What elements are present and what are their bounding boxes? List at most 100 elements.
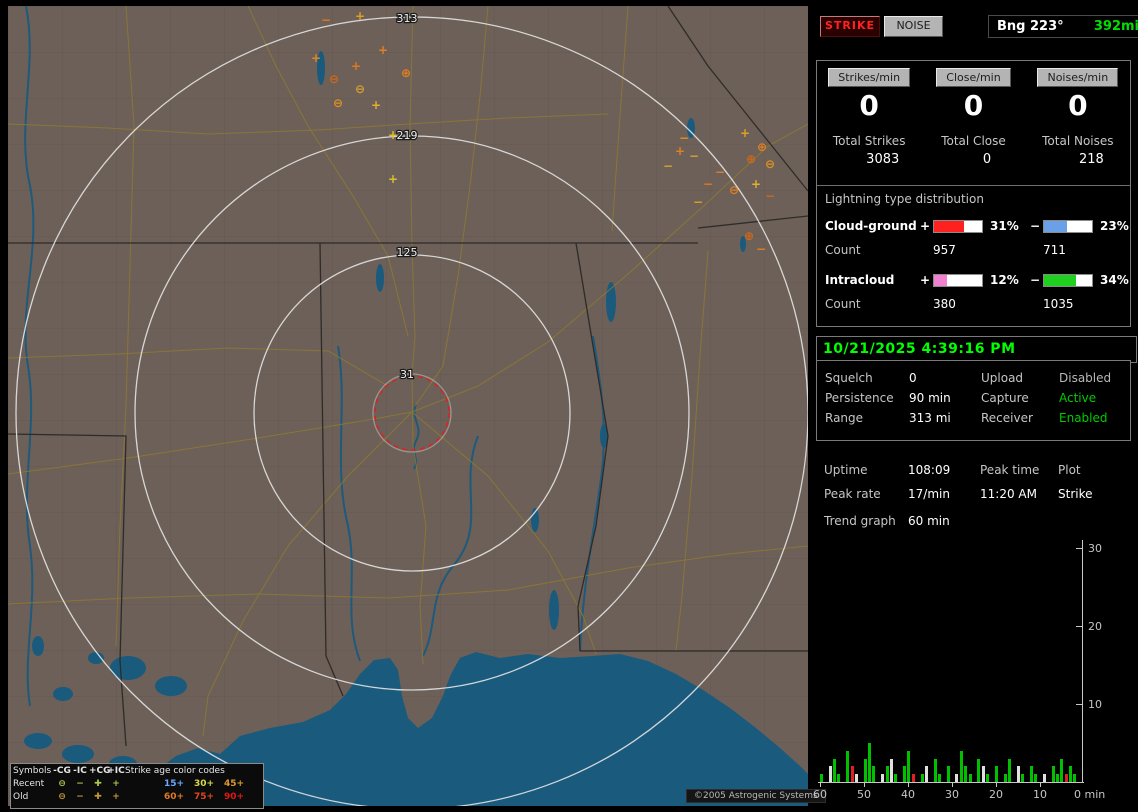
- x-tick-10: 10: [1033, 788, 1047, 801]
- ic-negative-fill: [1044, 274, 1076, 286]
- svg-text:+: +: [740, 126, 750, 140]
- svg-text:−: −: [765, 189, 775, 203]
- svg-text:⊖: ⊖: [329, 72, 339, 86]
- x-tick-50: 50: [857, 788, 871, 801]
- squelch-label: Squelch: [825, 371, 873, 385]
- trend-graph: 30 20 10 60 50 40 30 20 10 0 min: [813, 538, 1124, 801]
- ic-negative-count: 1035: [1043, 297, 1074, 311]
- cg-positive-fill: [934, 220, 964, 232]
- total-noises-label: Total Noises: [1042, 134, 1114, 148]
- noises-per-min-value: 0: [1068, 89, 1088, 122]
- peak-time-label: Peak time: [980, 463, 1040, 477]
- svg-text:⊕: ⊕: [746, 152, 756, 166]
- trend-y-axis: [1082, 540, 1083, 782]
- capture-label: Capture: [981, 391, 1029, 405]
- close-per-min-value: 0: [963, 89, 984, 122]
- svg-text:−: −: [689, 149, 699, 163]
- ic-negative-bar: [1043, 273, 1093, 287]
- svg-text:⊕: ⊕: [401, 66, 411, 80]
- legend-age-header: Strike age color codes: [125, 766, 225, 776]
- svg-text:⊕: ⊕: [757, 140, 767, 154]
- svg-text:−: −: [693, 195, 703, 209]
- cloud-ground-row: Cloud-ground + 31% − 23%: [825, 214, 1129, 238]
- ic-positive-fill: [934, 274, 948, 286]
- noises-per-min-button[interactable]: Noises/min: [1037, 68, 1119, 87]
- x-tick-0min: 0 min: [1074, 788, 1106, 801]
- svg-text:+: +: [675, 144, 685, 158]
- trend-bars: [818, 538, 1084, 800]
- ic-positive-percent: 12%: [990, 273, 1019, 287]
- plus-sign: +: [919, 273, 931, 287]
- lightning-distribution: Lightning type distribution Cloud-ground…: [817, 185, 1130, 316]
- age-90: 90+: [223, 792, 245, 802]
- svg-text:⊖: ⊖: [729, 183, 739, 197]
- persistence-label: Persistence: [825, 391, 894, 405]
- uptime-label: Uptime: [824, 463, 868, 477]
- receiver-status: Enabled: [1059, 411, 1108, 425]
- svg-text:−: −: [703, 177, 713, 191]
- copyright-label: ©2005 Astrogenic Systems: [686, 789, 826, 803]
- lightning-map[interactable]: 313 219 125 31 − + + ⊕ ⊖ ⊖ ⊖ + + + + + + ⊕ ⊕ ⊖ − − − ⊖ + − + − −…: [8, 6, 826, 809]
- svg-text:−: −: [663, 159, 673, 173]
- minus-sign: −: [1029, 273, 1041, 287]
- y-tick-10: 10: [1088, 698, 1102, 711]
- bearing-range: 392mi: [1093, 19, 1138, 34]
- statistics-panel: Strikes/min 0 Total Strikes 3083 Close/m…: [816, 60, 1131, 327]
- upload-label: Upload: [981, 371, 1024, 385]
- pic-recent-icon: +: [112, 779, 120, 789]
- cloud-ground-count-row: Count 957 711: [825, 238, 1122, 262]
- total-noises-value: 218: [1078, 152, 1104, 167]
- plus-sign: +: [919, 219, 931, 233]
- strike-toggle-button[interactable]: STRIKE: [820, 16, 880, 37]
- peak-rate-value: 17/min: [908, 487, 950, 501]
- cloud-ground-label: Cloud-ground: [825, 219, 917, 233]
- svg-text:+: +: [351, 59, 361, 73]
- total-strikes-value: 3083: [866, 152, 900, 167]
- svg-text:+: +: [355, 9, 365, 23]
- persistence-value: 90 min: [909, 391, 951, 405]
- cg-negative-bar: [1043, 219, 1093, 233]
- ring-label-31: 31: [400, 368, 414, 381]
- legend-col-nic: -IC: [73, 766, 87, 776]
- strikes-per-min-button[interactable]: Strikes/min: [828, 68, 911, 87]
- pic-old-icon: +: [112, 792, 120, 802]
- cg-negative-fill: [1044, 220, 1068, 232]
- svg-text:+: +: [388, 128, 398, 142]
- svg-text:⊖: ⊖: [333, 96, 343, 110]
- svg-text:+: +: [371, 98, 381, 112]
- legend-col-pic: +IC: [107, 766, 125, 776]
- receiver-label: Receiver: [981, 411, 1033, 425]
- total-strikes-label: Total Strikes: [832, 134, 906, 148]
- age-15: 15+: [163, 779, 185, 789]
- svg-text:+: +: [751, 177, 761, 191]
- legend-symbols-header: Symbols: [13, 766, 52, 776]
- trend-header: Trend graph 60 min: [824, 514, 1124, 528]
- pcg-recent-icon: ✚: [94, 779, 102, 789]
- y-tick-30: 30: [1088, 542, 1102, 555]
- ncg-old-icon: ⊖: [58, 792, 66, 802]
- rate-meters: Strikes/min 0 Total Strikes 3083 Close/m…: [817, 61, 1130, 167]
- total-close-label: Total Close: [941, 134, 1006, 148]
- svg-text:+: +: [378, 43, 388, 57]
- clock-display: 10/21/2025 4:39:16 PM: [816, 336, 1137, 363]
- svg-text:−: −: [715, 165, 725, 179]
- count-label: Count: [825, 243, 861, 257]
- strikes-per-min-value: 0: [859, 89, 879, 122]
- x-tick-20: 20: [989, 788, 1003, 801]
- svg-text:−: −: [756, 242, 766, 256]
- svg-text:⊖: ⊖: [765, 157, 775, 171]
- ic-positive-count: 380: [933, 297, 956, 311]
- pcg-old-icon: ✚: [94, 792, 102, 802]
- age-45: 45+: [223, 779, 245, 789]
- map-legend: Symbols -CG -IC +CG +IC Strike age color…: [10, 763, 264, 809]
- count-label: Count: [825, 297, 861, 311]
- svg-text:⊕: ⊕: [744, 229, 754, 243]
- noise-toggle-button[interactable]: NOISE: [884, 16, 943, 37]
- close-per-min-button[interactable]: Close/min: [936, 68, 1011, 87]
- svg-text:+: +: [388, 172, 398, 186]
- bearing-display: Bng 223° 392mi: [988, 15, 1138, 38]
- cg-positive-bar: [933, 219, 983, 233]
- squelch-value: 0: [909, 371, 917, 385]
- uptime-panel: Uptime 108:09 Peak time Plot Peak rate 1…: [824, 458, 1124, 506]
- age-60: 60+: [163, 792, 185, 802]
